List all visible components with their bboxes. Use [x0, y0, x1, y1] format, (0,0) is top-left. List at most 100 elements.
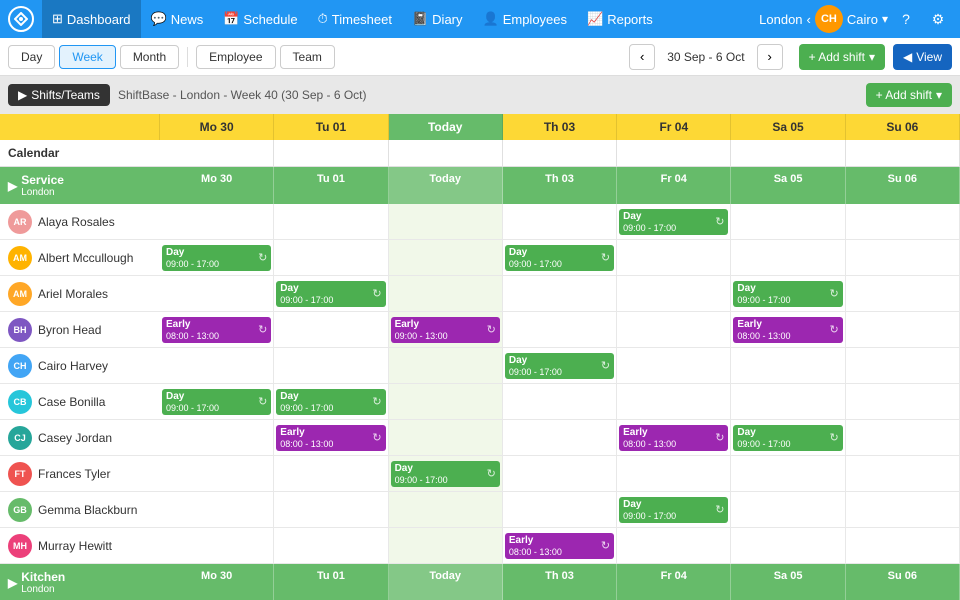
shift-cell[interactable] — [731, 348, 845, 383]
month-view-button[interactable]: Month — [120, 45, 179, 69]
shift-cell[interactable]: Day09:00 - 17:00↻ — [389, 456, 503, 491]
shift-cell[interactable] — [160, 528, 274, 563]
shift-cell[interactable]: Early09:00 - 13:00↻ — [389, 312, 503, 347]
shift-cell[interactable] — [617, 528, 731, 563]
shift-cell[interactable] — [846, 492, 960, 527]
shift-cell[interactable] — [274, 456, 388, 491]
shift-cell[interactable] — [731, 492, 845, 527]
nav-news[interactable]: 💬 News — [141, 0, 214, 38]
shift-block-day[interactable]: Day09:00 - 17:00↻ — [505, 353, 614, 379]
shift-cell[interactable] — [389, 348, 503, 383]
shift-cell[interactable] — [160, 204, 274, 239]
shift-cell[interactable] — [846, 348, 960, 383]
shift-block-day[interactable]: Day09:00 - 17:00↻ — [619, 497, 728, 523]
next-week-button[interactable]: › — [757, 44, 783, 70]
shift-block-day[interactable]: Day09:00 - 17:00↻ — [391, 461, 500, 487]
shift-cell[interactable] — [503, 276, 617, 311]
shift-cell[interactable] — [274, 492, 388, 527]
shift-cell[interactable]: Day09:00 - 17:00↻ — [274, 384, 388, 419]
shifts-tab[interactable]: ▶ Shifts/Teams — [8, 84, 110, 106]
shift-cell[interactable]: Day09:00 - 17:00↻ — [617, 492, 731, 527]
help-button[interactable]: ? — [892, 5, 920, 33]
shift-cell[interactable] — [389, 420, 503, 455]
shift-cell[interactable] — [846, 240, 960, 275]
shift-cell[interactable] — [160, 276, 274, 311]
shift-cell[interactable] — [617, 348, 731, 383]
shift-cell[interactable]: Early08:00 - 13:00↻ — [731, 312, 845, 347]
view-button[interactable]: ◀ View — [893, 44, 952, 70]
shift-block-day[interactable]: Day09:00 - 17:00↻ — [276, 389, 385, 415]
shift-cell[interactable] — [846, 420, 960, 455]
shift-cell[interactable] — [617, 384, 731, 419]
shift-block-early[interactable]: Early09:00 - 13:00↻ — [391, 317, 500, 343]
shift-cell[interactable] — [617, 456, 731, 491]
shift-cell[interactable] — [846, 204, 960, 239]
shift-block-day[interactable]: Day09:00 - 17:00↻ — [276, 281, 385, 307]
shift-cell[interactable] — [731, 384, 845, 419]
shift-cell[interactable] — [389, 384, 503, 419]
shift-cell[interactable]: Day09:00 - 17:00↻ — [503, 240, 617, 275]
shift-cell[interactable] — [503, 312, 617, 347]
shift-cell[interactable] — [503, 420, 617, 455]
shift-block-day[interactable]: Day09:00 - 17:00↻ — [162, 389, 271, 415]
shift-cell[interactable] — [503, 492, 617, 527]
shift-cell[interactable] — [274, 312, 388, 347]
shift-cell[interactable] — [503, 456, 617, 491]
nav-diary[interactable]: 📓 Diary — [402, 0, 473, 38]
nav-employees[interactable]: 👤 Employees — [473, 0, 578, 38]
shift-cell[interactable]: Early08:00 - 13:00↻ — [274, 420, 388, 455]
shift-cell[interactable] — [846, 384, 960, 419]
shift-cell[interactable] — [731, 456, 845, 491]
shift-cell[interactable] — [617, 312, 731, 347]
shift-cell[interactable]: Early08:00 - 13:00↻ — [617, 420, 731, 455]
nav-location[interactable]: London ‹ — [759, 12, 811, 27]
shift-cell[interactable] — [389, 276, 503, 311]
shift-cell[interactable] — [160, 348, 274, 383]
shift-cell[interactable] — [503, 384, 617, 419]
logo[interactable] — [8, 6, 34, 32]
shift-block-early[interactable]: Early08:00 - 13:00↻ — [619, 425, 728, 451]
avatar[interactable]: CH — [815, 5, 843, 33]
shift-cell[interactable]: Day09:00 - 17:00↻ — [731, 276, 845, 311]
shift-block-day[interactable]: Day09:00 - 17:00↻ — [162, 245, 271, 271]
nav-timesheet[interactable]: ⏱ Timesheet — [308, 0, 402, 38]
shift-cell[interactable] — [389, 492, 503, 527]
shift-cell[interactable] — [274, 204, 388, 239]
shift-cell[interactable] — [160, 492, 274, 527]
shift-block-day[interactable]: Day09:00 - 17:00↻ — [733, 281, 842, 307]
shift-cell[interactable] — [617, 276, 731, 311]
shift-cell[interactable]: Day09:00 - 17:00↻ — [731, 420, 845, 455]
nav-dashboard[interactable]: ⊞ Dashboard — [42, 0, 141, 38]
shift-cell[interactable]: Day09:00 - 17:00↻ — [617, 204, 731, 239]
shift-cell[interactable] — [274, 240, 388, 275]
shift-cell[interactable] — [389, 240, 503, 275]
shift-block-early[interactable]: Early08:00 - 13:00↻ — [276, 425, 385, 451]
shift-cell[interactable] — [846, 312, 960, 347]
shift-block-early[interactable]: Early08:00 - 13:00↻ — [162, 317, 271, 343]
shift-cell[interactable] — [731, 240, 845, 275]
shift-cell[interactable] — [731, 204, 845, 239]
shift-cell[interactable] — [160, 456, 274, 491]
shift-cell[interactable] — [846, 456, 960, 491]
shift-cell[interactable] — [389, 528, 503, 563]
shift-cell[interactable]: Early08:00 - 13:00↻ — [503, 528, 617, 563]
team-filter-button[interactable]: Team — [280, 45, 335, 69]
shifts-add-button[interactable]: + Add shift ▾ — [866, 83, 952, 107]
nav-reports[interactable]: 📈 Reports — [577, 0, 663, 38]
day-view-button[interactable]: Day — [8, 45, 55, 69]
shift-cell[interactable] — [274, 528, 388, 563]
settings-button[interactable]: ⚙ — [924, 5, 952, 33]
shift-block-day[interactable]: Day09:00 - 17:00↻ — [733, 425, 842, 451]
shift-block-early[interactable]: Early08:00 - 13:00↻ — [505, 533, 614, 559]
shift-cell[interactable] — [846, 276, 960, 311]
shift-cell[interactable] — [617, 240, 731, 275]
shift-cell[interactable] — [160, 420, 274, 455]
shift-cell[interactable]: Day09:00 - 17:00↻ — [274, 276, 388, 311]
shift-cell[interactable] — [274, 348, 388, 383]
shift-cell[interactable] — [389, 204, 503, 239]
shift-block-day[interactable]: Day09:00 - 17:00↻ — [619, 209, 728, 235]
shift-cell[interactable] — [503, 204, 617, 239]
shift-cell[interactable]: Day09:00 - 17:00↻ — [503, 348, 617, 383]
shift-cell[interactable]: Day09:00 - 17:00↻ — [160, 240, 274, 275]
week-view-button[interactable]: Week — [59, 45, 115, 69]
